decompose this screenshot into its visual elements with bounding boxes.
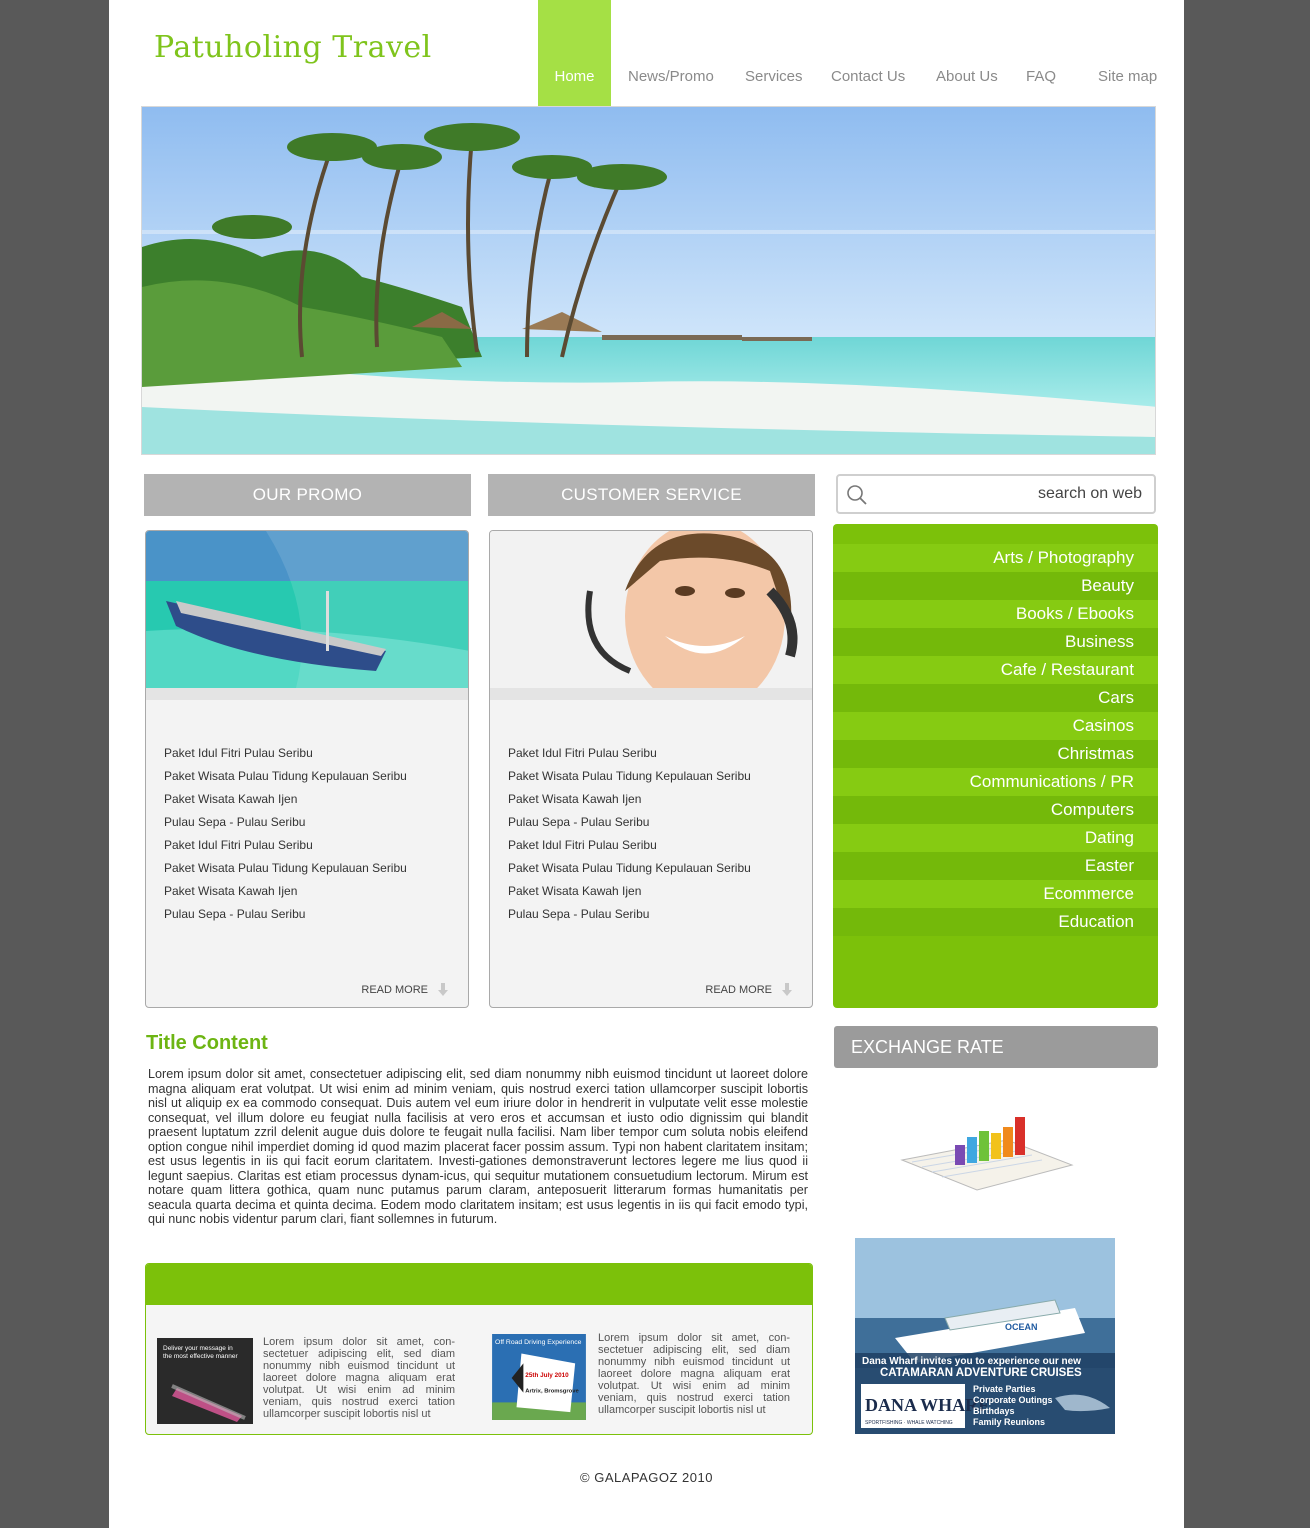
ad-bullet: Corporate Outings (973, 1395, 1053, 1405)
promo-item[interactable]: Paket Idul Fitri Pulau Seribu (164, 745, 407, 768)
dana-wharf-logo-sub: SPORTFISHING · WHALE WATCHING (865, 1420, 953, 1426)
category-item[interactable]: Easter (833, 852, 1158, 880)
nav-contact-us[interactable]: Contact Us (831, 68, 905, 85)
dana-wharf-logo: DANA WHARF (865, 1395, 989, 1415)
promo-item[interactable]: Paket Idul Fitri Pulau Seribu (164, 837, 407, 860)
service-panel: Paket Idul Fitri Pulau Seribu Paket Wisa… (489, 530, 813, 1008)
service-item[interactable]: Paket Idul Fitri Pulau Seribu (508, 745, 751, 768)
ocean-brand: OCEAN (1005, 1322, 1038, 1332)
service-item[interactable]: Paket Idul Fitri Pulau Seribu (508, 837, 751, 860)
search-input[interactable]: search on web (836, 474, 1156, 514)
thumb2-title: Off Road Driving Experience (495, 1339, 582, 1346)
nav-faq[interactable]: FAQ (1026, 68, 1056, 85)
nav-site-map[interactable]: Site map (1098, 68, 1157, 85)
hero-banner-image (141, 106, 1156, 455)
news-box: Deliver your message in the most effecti… (145, 1263, 813, 1435)
nav-services[interactable]: Services (745, 68, 803, 85)
ad-bullet: Family Reunions (973, 1417, 1045, 1427)
exchange-rate-header: EXCHANGE RATE (834, 1026, 1158, 1068)
category-item[interactable]: Dating (833, 824, 1158, 852)
promo-item[interactable]: Paket Wisata Pulau Tidung Kepulauan Seri… (164, 768, 407, 791)
promo-item[interactable]: Pulau Sepa - Pulau Seribu (164, 906, 407, 929)
thumb2-date: 25th July 2010 (525, 1372, 569, 1379)
ad-bullet: Birthdays (973, 1406, 1015, 1416)
arrow-down-icon (438, 983, 448, 996)
boat-image (146, 531, 468, 700)
category-item[interactable]: Education (833, 908, 1158, 936)
promo-header: OUR PROMO (144, 474, 471, 516)
promo-panel: Paket Idul Fitri Pulau Seribu Paket Wisa… (145, 530, 469, 1008)
service-item[interactable]: Pulau Sepa - Pulau Seribu (508, 814, 751, 837)
ad-headline: CATAMARAN ADVENTURE CRUISES (880, 1367, 1082, 1379)
service-read-more-label[interactable]: READ MORE (705, 984, 772, 996)
page: Patuholing Travel Home News/Promo Servic… (109, 0, 1184, 1528)
news-box-header-bar (146, 1264, 812, 1305)
catamaran-ad-banner[interactable]: OCEAN Dana Wharf invites you to experien… (855, 1238, 1115, 1434)
customer-service-image (490, 531, 812, 711)
search-placeholder: search on web (1037, 485, 1142, 502)
service-item[interactable]: Paket Wisata Kawah Ijen (508, 883, 751, 906)
promo-read-more-button[interactable]: READ MORE (361, 983, 448, 997)
service-list: Paket Idul Fitri Pulau Seribu Paket Wisa… (508, 745, 751, 929)
content-title: Title Content (146, 1032, 268, 1054)
news-item-2-text: Lorem ipsum dolor sit amet, con-sectetue… (598, 1332, 790, 1416)
category-menu: Arts / Photography Beauty Books / Ebooks… (833, 524, 1158, 1008)
main-nav: Home News/Promo Services Contact Us Abou… (109, 0, 1184, 106)
search-icon (847, 485, 867, 505)
news-item-1-text: Lorem ipsum dolor sit amet, con-sectetue… (263, 1336, 455, 1420)
content-body: Lorem ipsum dolor sit amet, consectetuer… (148, 1067, 808, 1226)
service-read-more-button[interactable]: READ MORE (705, 983, 792, 997)
service-item[interactable]: Paket Wisata Kawah Ijen (508, 791, 751, 814)
promo-item[interactable]: Paket Wisata Kawah Ijen (164, 791, 407, 814)
category-item[interactable]: Christmas (833, 740, 1158, 768)
ad-bullet: Private Parties (973, 1384, 1036, 1394)
nav-about-us[interactable]: About Us (936, 68, 998, 85)
service-item[interactable]: Pulau Sepa - Pulau Seribu (508, 906, 751, 929)
arrow-down-icon (782, 983, 792, 996)
category-item[interactable]: Casinos (833, 712, 1158, 740)
promo-item[interactable]: Pulau Sepa - Pulau Seribu (164, 814, 407, 837)
ad-invite-text: Dana Wharf invites you to experience our… (862, 1356, 1081, 1367)
promo-item[interactable]: Paket Wisata Pulau Tidung Kepulauan Seri… (164, 860, 407, 883)
thumb2-place: Artrix, Bromsgrove (525, 1389, 579, 1395)
category-item[interactable]: Cars (833, 684, 1158, 712)
category-item[interactable]: Ecommerce (833, 880, 1158, 908)
promo-read-more-label[interactable]: READ MORE (361, 984, 428, 996)
promo-image-strip (146, 688, 468, 700)
nav-home[interactable]: Home (538, 0, 611, 106)
service-header: CUSTOMER SERVICE (488, 474, 815, 516)
category-item[interactable]: Computers (833, 796, 1158, 824)
service-item[interactable]: Paket Wisata Pulau Tidung Kepulauan Seri… (508, 860, 751, 883)
category-item[interactable]: Beauty (833, 572, 1158, 600)
bar-chart-icon (900, 1117, 1074, 1191)
category-item[interactable]: Books / Ebooks (833, 600, 1158, 628)
service-item[interactable]: Paket Wisata Pulau Tidung Kepulauan Seri… (508, 768, 751, 791)
nav-home-label[interactable]: Home (538, 68, 611, 85)
service-image-strip (490, 688, 812, 700)
nav-news-promo[interactable]: News/Promo (628, 68, 714, 85)
category-item[interactable]: Communications / PR (833, 768, 1158, 796)
off-road-thumbnail[interactable]: Off Road Driving Experience 25th July 20… (491, 1334, 587, 1420)
message-bottle-thumbnail[interactable]: Deliver your message in the most effecti… (157, 1338, 253, 1424)
thumb1-line2: the most effective manner (163, 1353, 239, 1360)
category-item[interactable]: Arts / Photography (833, 544, 1158, 572)
category-item[interactable]: Cafe / Restaurant (833, 656, 1158, 684)
promo-item[interactable]: Paket Wisata Kawah Ijen (164, 883, 407, 906)
thumb1-line1: Deliver your message in (163, 1345, 233, 1352)
category-item[interactable]: Business (833, 628, 1158, 656)
promo-list: Paket Idul Fitri Pulau Seribu Paket Wisa… (164, 745, 407, 929)
footer-copyright: © GALAPAGOZ 2010 (580, 1470, 713, 1485)
